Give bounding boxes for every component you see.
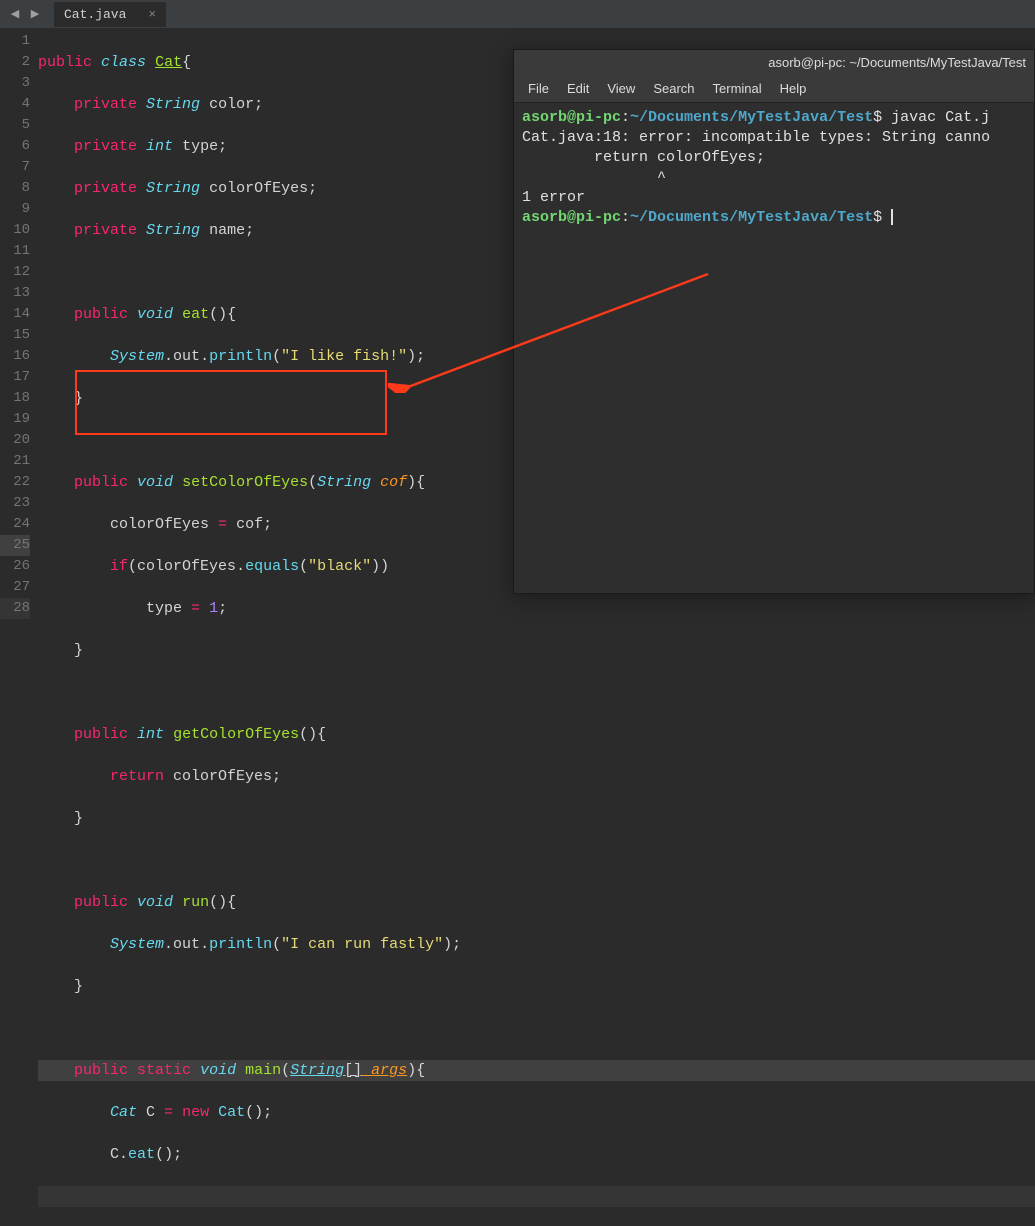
code-line: public void run(){ xyxy=(38,892,1035,913)
code-line: System.out.println("I can run fastly"); xyxy=(38,934,1035,955)
menu-view[interactable]: View xyxy=(599,78,643,99)
prompt-user: asorb@pi-pc xyxy=(522,209,621,226)
line-number: 9 xyxy=(0,199,30,220)
line-number: 16 xyxy=(0,346,30,367)
line-number: 2 xyxy=(0,52,30,73)
code-line: C.eat(); xyxy=(38,1144,1035,1165)
line-number: 1 xyxy=(0,31,30,52)
line-number: 26 xyxy=(0,556,30,577)
cursor-icon xyxy=(891,209,893,225)
line-number: 6 xyxy=(0,136,30,157)
menu-help[interactable]: Help xyxy=(772,78,815,99)
error-line: Cat.java:18: error: incompatible types: … xyxy=(522,129,990,146)
line-number: 28 xyxy=(0,598,30,619)
code-line xyxy=(38,850,1035,871)
menu-terminal[interactable]: Terminal xyxy=(705,78,770,99)
menu-search[interactable]: Search xyxy=(645,78,702,99)
line-number: 19 xyxy=(0,409,30,430)
line-number: 10 xyxy=(0,220,30,241)
menu-edit[interactable]: Edit xyxy=(559,78,597,99)
code-line: public int getColorOfEyes(){ xyxy=(38,724,1035,745)
close-icon[interactable]: × xyxy=(148,7,156,22)
editor-tab-bar: ◀ ▶ Cat.java × xyxy=(0,0,1035,28)
line-number: 25 xyxy=(0,535,30,556)
line-number: 17 xyxy=(0,367,30,388)
prompt-user: asorb@pi-pc xyxy=(522,109,621,126)
prompt-path: ~/Documents/MyTestJava/Test xyxy=(630,109,873,126)
line-number: 18 xyxy=(0,388,30,409)
line-number: 24 xyxy=(0,514,30,535)
error-line: return colorOfEyes; xyxy=(522,149,765,166)
line-number: 3 xyxy=(0,73,30,94)
terminal-window: asorb@pi-pc: ~/Documents/MyTestJava/Test… xyxy=(513,49,1035,594)
line-number: 22 xyxy=(0,472,30,493)
file-tab[interactable]: Cat.java × xyxy=(54,2,166,27)
prompt-path: ~/Documents/MyTestJava/Test xyxy=(630,209,873,226)
line-number: 14 xyxy=(0,304,30,325)
command-text: javac Cat.j xyxy=(891,109,990,126)
code-line xyxy=(38,1018,1035,1039)
terminal-body[interactable]: asorb@pi-pc:~/Documents/MyTestJava/Test$… xyxy=(514,103,1034,593)
code-line: } xyxy=(38,640,1035,661)
line-number: 4 xyxy=(0,94,30,115)
code-line: } xyxy=(38,808,1035,829)
line-number: 20 xyxy=(0,430,30,451)
window-title: asorb@pi-pc: ~/Documents/MyTestJava/Test xyxy=(514,50,1034,75)
nav-forward-button[interactable]: ▶ xyxy=(26,5,44,23)
nav-back-button[interactable]: ◀ xyxy=(6,5,24,23)
code-line: type = 1; xyxy=(38,598,1035,619)
terminal-menu-bar: File Edit View Search Terminal Help xyxy=(514,75,1034,103)
line-number: 21 xyxy=(0,451,30,472)
line-number: 12 xyxy=(0,262,30,283)
tab-title: Cat.java xyxy=(64,7,126,22)
error-count: 1 error xyxy=(522,189,585,206)
line-number: 8 xyxy=(0,178,30,199)
line-number: 15 xyxy=(0,325,30,346)
code-line: return colorOfEyes; xyxy=(38,766,1035,787)
nav-arrows: ◀ ▶ xyxy=(0,5,50,23)
code-line: Cat C = new Cat(); xyxy=(38,1102,1035,1123)
line-number: 13 xyxy=(0,283,30,304)
menu-file[interactable]: File xyxy=(520,78,557,99)
line-number: 5 xyxy=(0,115,30,136)
line-number: 27 xyxy=(0,577,30,598)
error-caret: ^ xyxy=(522,169,666,186)
line-number: 11 xyxy=(0,241,30,262)
line-number-gutter: 1 2 3 4 5 6 7 8 9 10 11 12 13 14 15 16 1… xyxy=(0,28,38,613)
line-number: 7 xyxy=(0,157,30,178)
code-line xyxy=(38,1186,1035,1207)
code-line: public static void main(String[] args){ xyxy=(38,1060,1035,1081)
code-line: } xyxy=(38,976,1035,997)
line-number: 23 xyxy=(0,493,30,514)
code-line xyxy=(38,682,1035,703)
